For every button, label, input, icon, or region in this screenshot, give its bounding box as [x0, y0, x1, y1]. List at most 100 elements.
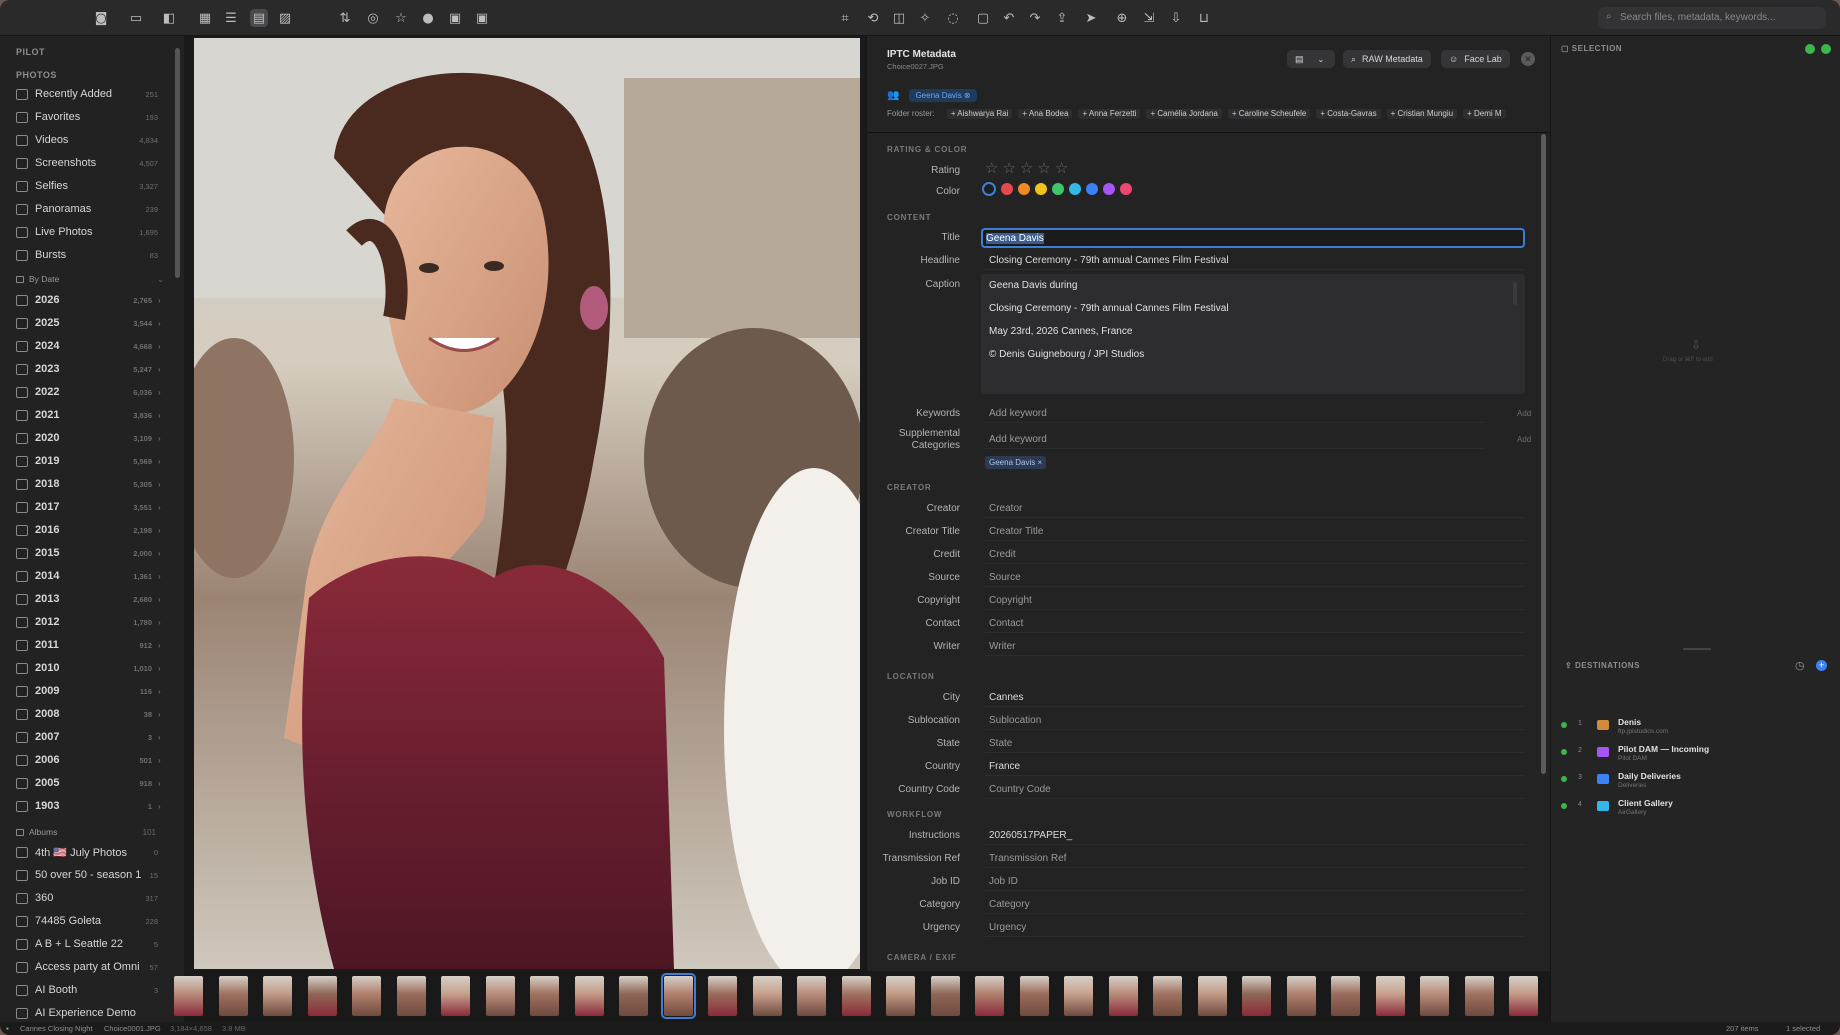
filmstrip-thumbnail[interactable]	[574, 976, 604, 1016]
list-view-icon[interactable]: ☰	[222, 9, 240, 27]
redo-icon[interactable]: ↷	[1026, 9, 1044, 27]
sidebar-year[interactable]: 2013 2,680 ›	[16, 589, 164, 609]
creator_fields-field[interactable]: Source	[985, 567, 1525, 587]
workflow_fields-field[interactable]: 20260517PAPER_	[985, 825, 1525, 845]
sidebar-year[interactable]: 2026 2,765 ›	[16, 290, 164, 310]
color-label-icon[interactable]: ●	[419, 9, 437, 27]
album-item[interactable]: 4th 🇺🇸 July Photos 0	[16, 842, 164, 862]
filmstrip-thumbnail[interactable]	[1242, 976, 1271, 1016]
roster-chip[interactable]: + Costa-Gavras	[1316, 109, 1381, 119]
panel-scrollbar[interactable]	[1541, 134, 1546, 774]
creator_fields-field[interactable]: Copyright	[985, 590, 1525, 610]
filmstrip-thumbnail[interactable]	[619, 976, 648, 1016]
workflow_fields-field[interactable]: Urgency	[985, 917, 1525, 937]
location_fields-field[interactable]: France	[985, 756, 1525, 776]
filmstrip-thumbnail[interactable]	[441, 976, 470, 1016]
sidebar-item[interactable]: Bursts 83	[16, 245, 164, 265]
straighten-icon[interactable]: ◫	[890, 9, 908, 27]
roster-chip[interactable]: + Caroline Scheufele	[1227, 109, 1311, 119]
filmstrip-thumbnail[interactable]	[263, 976, 292, 1016]
keywords-input[interactable]: Add keyword	[985, 403, 1485, 423]
color-swatch[interactable]	[1069, 183, 1081, 195]
sidebar-year[interactable]: 2012 1,780 ›	[16, 612, 164, 632]
filmstrip-thumbnail[interactable]	[660, 973, 696, 1019]
sidebar-item[interactable]: Recently Added 251	[16, 84, 164, 104]
filmstrip-thumbnail[interactable]	[886, 976, 915, 1016]
supplemental-add-button[interactable]: Add	[1517, 435, 1531, 444]
filmstrip-thumbnail[interactable]	[1019, 976, 1049, 1016]
color-swatch[interactable]	[1018, 183, 1030, 195]
workflow_fields-field[interactable]: Category	[985, 894, 1525, 914]
rotate-icon[interactable]: ⟲	[864, 9, 882, 27]
close-icon[interactable]: ✕	[1521, 52, 1535, 66]
sidebar-year[interactable]: 2023 5,247 ›	[16, 359, 164, 379]
destination-item[interactable]: 1 Denis ftp.jpistudios.com	[1561, 717, 1831, 743]
id-card-icon[interactable]: ▣	[473, 9, 491, 27]
color-swatch[interactable]	[1120, 183, 1132, 195]
filmstrip-thumbnail[interactable]	[1331, 976, 1360, 1016]
filmstrip-thumbnail[interactable]	[174, 976, 203, 1016]
folder-open-icon[interactable]: ▭	[127, 9, 145, 27]
caption-field[interactable]: Geena Davis during Closing Ceremony - 79t…	[981, 274, 1525, 394]
sidebar-year[interactable]: 2020 3,109 ›	[16, 428, 164, 448]
sort-icon[interactable]: ⇅	[336, 9, 354, 27]
rating-stars[interactable]: ☆ ☆ ☆ ☆ ☆	[985, 161, 1072, 176]
filmstrip-thumbnail[interactable]	[1420, 976, 1449, 1016]
supplemental-input[interactable]: Add keyword	[985, 429, 1485, 449]
location_fields-field[interactable]: Cannes	[985, 687, 1525, 707]
album-item[interactable]: 360 317	[16, 888, 164, 908]
workflow_fields-field[interactable]: Transmission Ref	[985, 848, 1525, 868]
creator_fields-field[interactable]: Writer	[985, 636, 1525, 656]
adjust-icon[interactable]: ◌	[944, 9, 962, 27]
caption-scrollbar[interactable]	[1513, 282, 1517, 305]
sidebar-year[interactable]: 2017 3,551 ›	[16, 497, 164, 517]
sidebar-year[interactable]: 2008 38 ›	[16, 704, 164, 724]
sidebar-item[interactable]: Panoramas 239	[16, 199, 164, 219]
inbox-icon[interactable]: ⊔	[1195, 9, 1213, 27]
keywords-add-button[interactable]: Add	[1517, 409, 1531, 418]
destination-item[interactable]: 3 Daily Deliveries Deliveries	[1561, 771, 1831, 797]
face-tag[interactable]: Geena Davis ⊗	[909, 89, 977, 102]
undo-icon[interactable]: ↶	[1000, 9, 1018, 27]
filmstrip-thumbnail[interactable]	[1153, 976, 1182, 1016]
creator_fields-field[interactable]: Creator	[985, 498, 1525, 518]
destination-item[interactable]: 4 Client Gallery AirGallery	[1561, 798, 1831, 824]
image-view-icon[interactable]: ▨	[276, 9, 294, 27]
sidebar-item[interactable]: Live Photos 1,695	[16, 222, 164, 242]
sidebar-year[interactable]: 2018 5,305 ›	[16, 474, 164, 494]
zoom-icon[interactable]: ⊕	[1113, 9, 1131, 27]
location_fields-field[interactable]: State	[985, 733, 1525, 753]
workflow_fields-field[interactable]: Job ID	[985, 871, 1525, 891]
roster-chip[interactable]: + Ana Bodea	[1018, 109, 1073, 119]
album-item[interactable]: 74485 Goleta 228	[16, 911, 164, 931]
filmstrip-thumbnail[interactable]	[1064, 976, 1093, 1016]
creator_fields-field[interactable]: Credit	[985, 544, 1525, 564]
roster-chip[interactable]: + Cristian Mungiu	[1386, 109, 1458, 119]
color-swatch[interactable]	[1103, 183, 1115, 195]
sidebar-year[interactable]: 2006 501 ›	[16, 750, 164, 770]
compare-icon[interactable]: ▢	[974, 9, 992, 27]
sidebar-year[interactable]: 2009 116 ›	[16, 681, 164, 701]
sidebar-year[interactable]: 2014 1,361 ›	[16, 566, 164, 586]
main-photo[interactable]	[194, 38, 860, 969]
face-lab-button[interactable]: ☺ Face Lab	[1441, 50, 1510, 68]
sidebar-year[interactable]: 2024 4,668 ›	[16, 336, 164, 356]
send-icon[interactable]: ➤	[1082, 9, 1100, 27]
roster-chip[interactable]: + Camélia Jordana	[1146, 109, 1222, 119]
share-icon[interactable]: ⇪	[1053, 9, 1071, 27]
sidebar-year[interactable]: 2015 2,000 ›	[16, 543, 164, 563]
filmstrip-thumbnail[interactable]	[1197, 976, 1227, 1016]
sidebar-year[interactable]: 2016 2,198 ›	[16, 520, 164, 540]
filmstrip-thumbnail[interactable]	[752, 976, 782, 1016]
supplemental-tag[interactable]: Geena Davis ×	[985, 456, 1047, 469]
creator_fields-field[interactable]: Contact	[985, 613, 1525, 633]
sidebar-item[interactable]: Screenshots 4,507	[16, 153, 164, 173]
filmstrip-thumbnail[interactable]	[1286, 976, 1316, 1016]
album-item[interactable]: A B + L Seattle 22 5	[16, 934, 164, 954]
color-swatch[interactable]	[1035, 183, 1047, 195]
export-icon[interactable]: ⇲	[1140, 9, 1158, 27]
headline-field[interactable]: Closing Ceremony - 79th annual Cannes Fi…	[985, 250, 1525, 270]
roster-chip[interactable]: + Anna Ferzetti	[1078, 109, 1141, 119]
sidebar-item[interactable]: Videos 4,834	[16, 130, 164, 150]
album-item[interactable]: AI Experience Demo	[16, 1003, 164, 1022]
